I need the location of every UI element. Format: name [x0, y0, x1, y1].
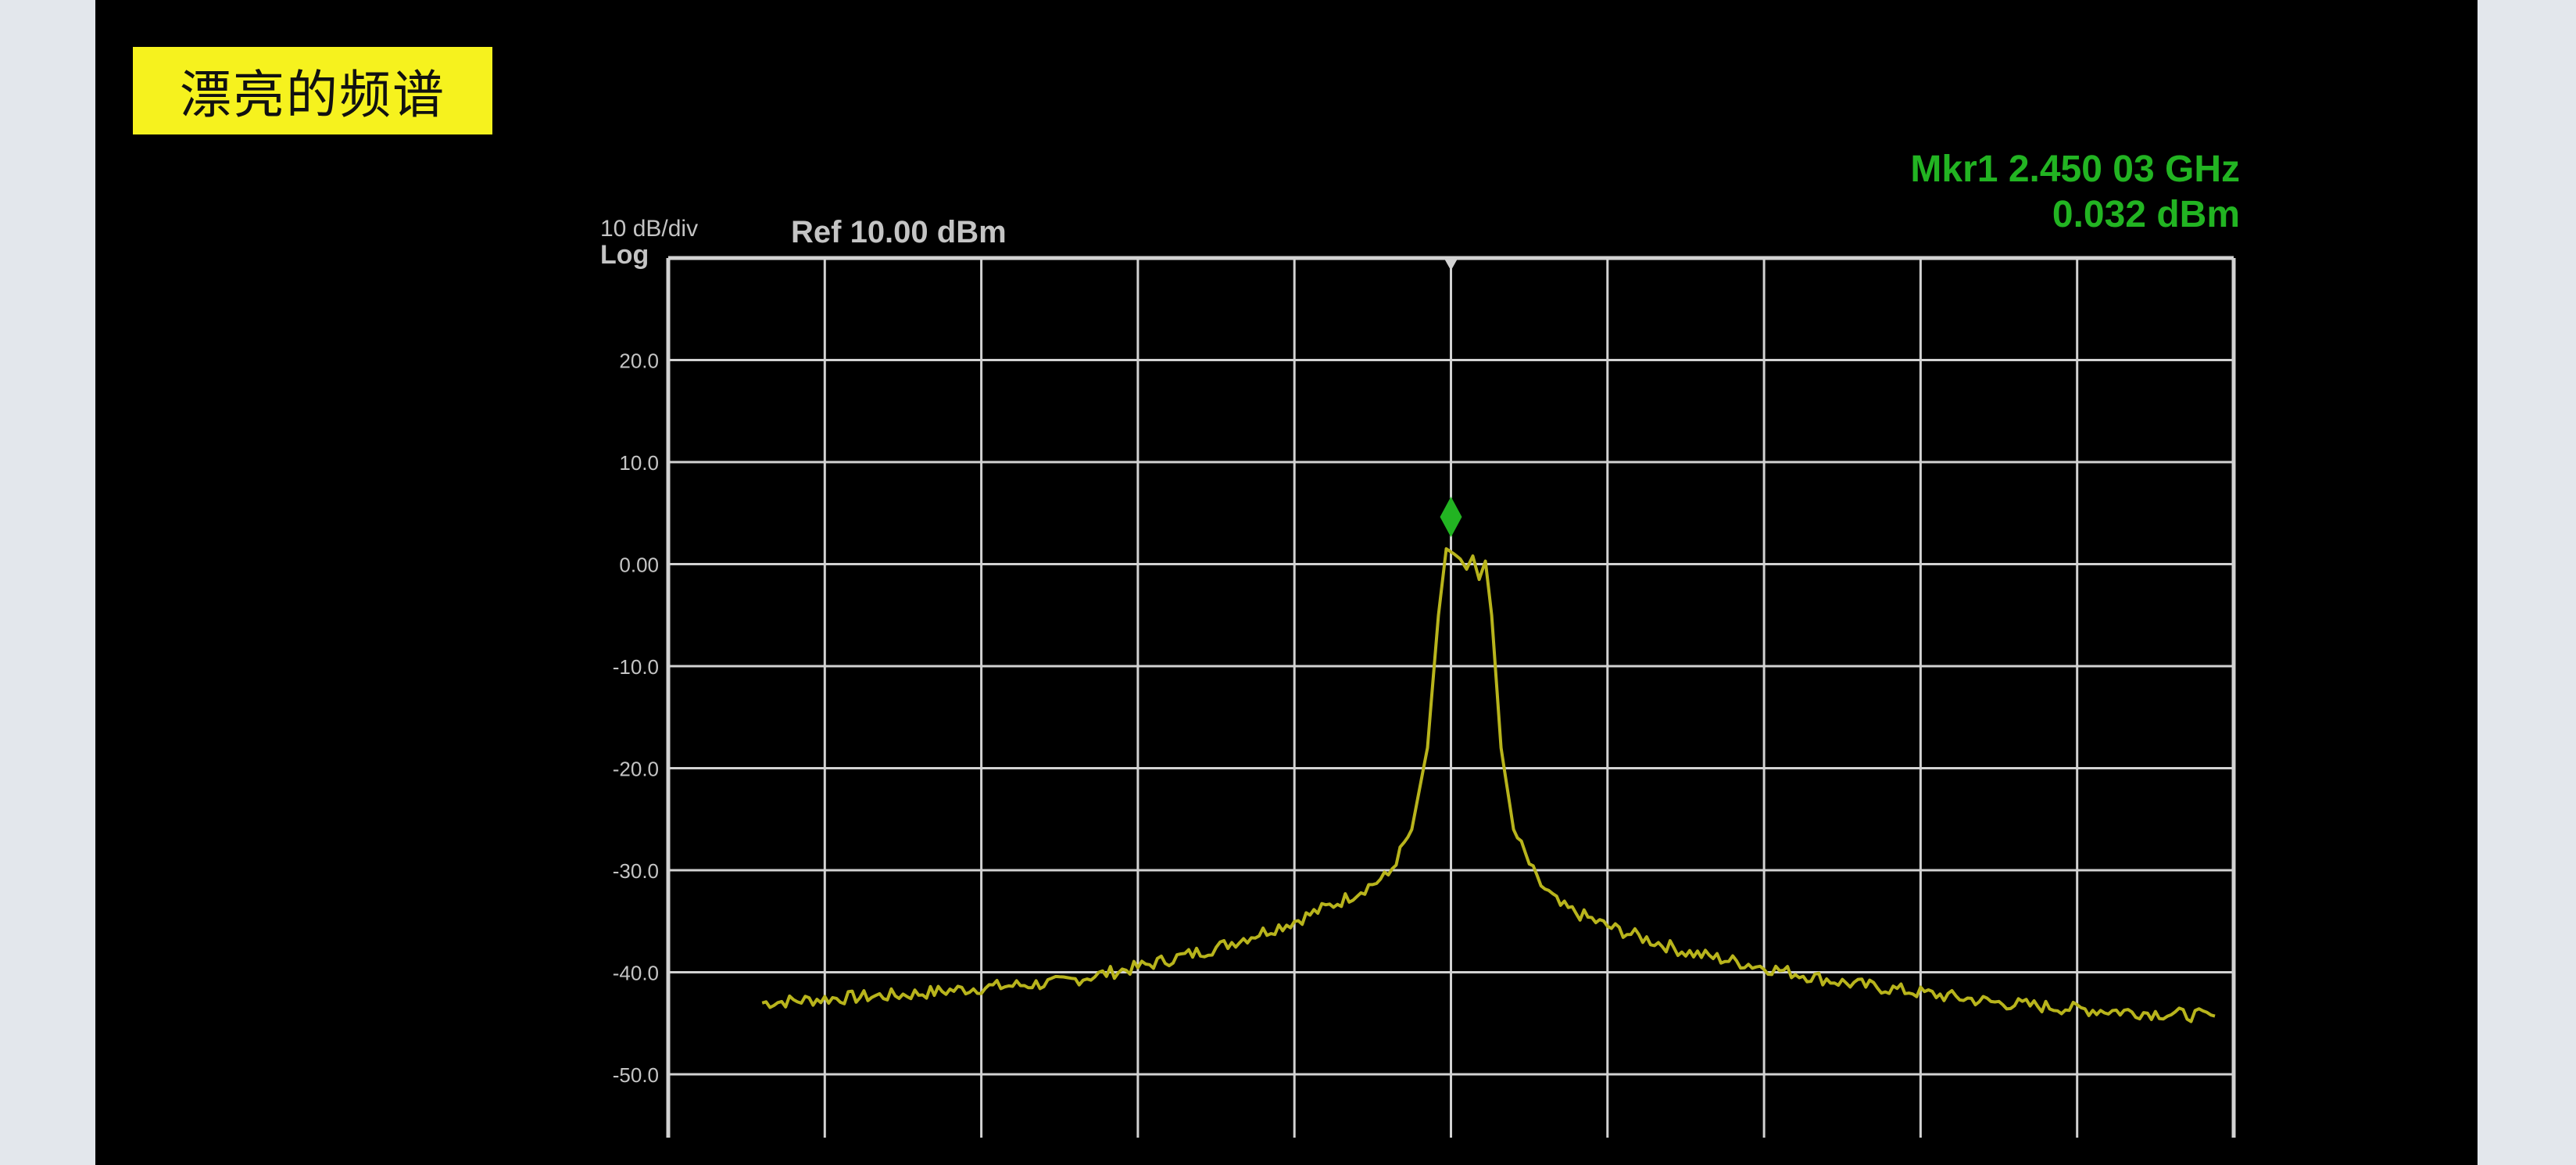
y-tick-label: -30.0	[613, 859, 659, 883]
y-tick-label: 10.0	[619, 451, 659, 475]
y-tick-labels: 20.0 10.0 0.00 -10.0 -20.0 -30.0 -40.0 -50.0	[613, 350, 659, 1088]
scale-type-label: Log	[600, 240, 649, 270]
ref-level-label: Ref 10.00 dBm	[791, 215, 1007, 249]
y-tick-label: -50.0	[613, 1063, 659, 1087]
marker-amplitude-readout: 0.032 dBm	[2052, 194, 2240, 235]
y-tick-label: -40.0	[613, 962, 659, 985]
scale-label: 10 dB/div	[600, 216, 698, 242]
graticule	[666, 256, 2236, 1138]
title-badge: 漂亮的频谱	[133, 47, 492, 134]
y-tick-label: -20.0	[613, 758, 659, 781]
spectrum-trace	[761, 547, 2216, 1023]
y-tick-label: 0.00	[619, 554, 659, 577]
center-reference-tick	[1444, 258, 1458, 271]
marker-diamond	[1440, 496, 1462, 538]
spectrum-chart: 20.0 10.0 0.00 -10.0 -20.0 -30.0 -40.0 -50.0 10…	[600, 149, 2240, 1138]
y-tick-label: 20.0	[619, 350, 659, 373]
trace-layer	[761, 496, 2216, 1023]
marker-frequency-readout: Mkr1 2.450 03 GHz	[1910, 149, 2240, 190]
y-tick-label: -10.0	[613, 655, 659, 679]
